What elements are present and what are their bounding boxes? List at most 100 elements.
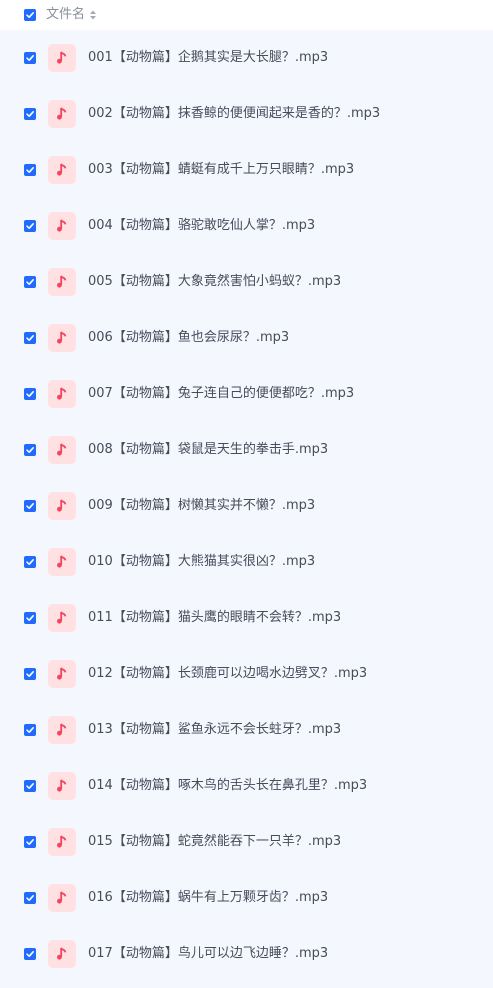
file-row[interactable]: 013【动物篇】鲨鱼永远不会长蛀牙？.mp3 xyxy=(0,702,493,758)
file-name: 001【动物篇】企鹅其实是大长腿？.mp3 xyxy=(88,50,329,65)
music-file-icon xyxy=(48,548,76,576)
check-icon xyxy=(26,727,34,733)
file-checkbox[interactable] xyxy=(24,332,36,344)
file-name: 015【动物篇】蛇竟然能吞下一只羊？.mp3 xyxy=(88,834,342,849)
music-note-icon xyxy=(57,667,67,680)
music-file-icon xyxy=(48,324,76,352)
file-row[interactable]: 012【动物篇】长颈鹿可以边喝水边劈叉？.mp3 xyxy=(0,646,493,702)
music-note-icon xyxy=(57,611,67,624)
music-file-icon xyxy=(48,884,76,912)
file-row[interactable]: 002【动物篇】抹香鲸的便便闻起来是香的？.mp3 xyxy=(0,86,493,142)
file-row[interactable]: 005【动物篇】大象竟然害怕小蚂蚁？.mp3 xyxy=(0,254,493,310)
file-checkbox[interactable] xyxy=(24,164,36,176)
filename-column-header[interactable]: 文件名 xyxy=(46,6,97,24)
check-icon xyxy=(26,12,34,18)
check-icon xyxy=(26,951,34,957)
music-note-icon xyxy=(57,163,67,176)
file-name: 017【动物篇】鸟儿可以边飞边睡？.mp3 xyxy=(88,946,329,961)
music-file-icon xyxy=(48,828,76,856)
check-icon xyxy=(26,895,34,901)
file-checkbox[interactable] xyxy=(24,836,36,848)
music-file-icon xyxy=(48,436,76,464)
file-checkbox[interactable] xyxy=(24,276,36,288)
music-note-icon xyxy=(57,723,67,736)
music-file-icon xyxy=(48,492,76,520)
check-icon xyxy=(26,223,34,229)
check-icon xyxy=(26,615,34,621)
file-checkbox[interactable] xyxy=(24,556,36,568)
music-note-icon xyxy=(57,779,67,792)
file-checkbox[interactable] xyxy=(24,892,36,904)
file-row[interactable]: 017【动物篇】鸟儿可以边飞边睡？.mp3 xyxy=(0,926,493,982)
file-checkbox[interactable] xyxy=(24,220,36,232)
music-note-icon xyxy=(57,947,67,960)
file-row[interactable]: 014【动物篇】啄木鸟的舌头长在鼻孔里？.mp3 xyxy=(0,758,493,814)
file-name: 013【动物篇】鲨鱼永远不会长蛀牙？.mp3 xyxy=(88,722,342,737)
file-row[interactable]: 015【动物篇】蛇竟然能吞下一只羊？.mp3 xyxy=(0,814,493,870)
music-file-icon xyxy=(48,44,76,72)
file-name: 012【动物篇】长颈鹿可以边喝水边劈叉？.mp3 xyxy=(88,666,368,681)
file-name: 006【动物篇】鱼也会尿尿？.mp3 xyxy=(88,330,290,345)
file-checkbox[interactable] xyxy=(24,612,36,624)
file-checkbox[interactable] xyxy=(24,500,36,512)
file-checkbox[interactable] xyxy=(24,52,36,64)
music-note-icon xyxy=(57,891,67,904)
check-icon xyxy=(26,839,34,845)
music-note-icon xyxy=(57,107,67,120)
check-icon xyxy=(26,503,34,509)
file-checkbox[interactable] xyxy=(24,444,36,456)
check-icon xyxy=(26,279,34,285)
file-row[interactable]: 010【动物篇】大熊猫其实很凶？.mp3 xyxy=(0,534,493,590)
check-icon xyxy=(26,391,34,397)
check-icon xyxy=(26,111,34,117)
file-row[interactable]: 006【动物篇】鱼也会尿尿？.mp3 xyxy=(0,310,493,366)
file-row[interactable]: 008【动物篇】袋鼠是天生的拳击手.mp3 xyxy=(0,422,493,478)
music-note-icon xyxy=(57,331,67,344)
check-icon xyxy=(26,783,34,789)
file-name: 007【动物篇】兔子连自己的便便都吃？.mp3 xyxy=(88,386,355,401)
check-icon xyxy=(26,335,34,341)
sort-icon[interactable] xyxy=(89,9,97,21)
music-note-icon xyxy=(57,51,67,64)
file-list: 001【动物篇】企鹅其实是大长腿？.mp3 002【动物篇】抹香鲸的便便闻起来是香… xyxy=(0,30,493,988)
file-name: 004【动物篇】骆驼敢吃仙人掌？.mp3 xyxy=(88,218,316,233)
file-name: 014【动物篇】啄木鸟的舌头长在鼻孔里？.mp3 xyxy=(88,778,368,793)
music-file-icon xyxy=(48,156,76,184)
check-icon xyxy=(26,559,34,565)
file-row[interactable]: 007【动物篇】兔子连自己的便便都吃？.mp3 xyxy=(0,366,493,422)
music-file-icon xyxy=(48,268,76,296)
check-icon xyxy=(26,671,34,677)
music-file-icon xyxy=(48,716,76,744)
file-row[interactable]: 011【动物篇】猫头鹰的眼睛不会转？.mp3 xyxy=(0,590,493,646)
check-icon xyxy=(26,55,34,61)
file-row[interactable]: 009【动物篇】树懒其实并不懒？.mp3 xyxy=(0,478,493,534)
file-row[interactable]: 004【动物篇】骆驼敢吃仙人掌？.mp3 xyxy=(0,198,493,254)
music-file-icon xyxy=(48,772,76,800)
file-name: 005【动物篇】大象竟然害怕小蚂蚁？.mp3 xyxy=(88,274,342,289)
file-row[interactable]: 003【动物篇】蜻蜓有成千上万只眼睛？.mp3 xyxy=(0,142,493,198)
music-note-icon xyxy=(57,555,67,568)
music-file-icon xyxy=(48,380,76,408)
check-icon xyxy=(26,447,34,453)
music-note-icon xyxy=(57,275,67,288)
music-note-icon xyxy=(57,499,67,512)
file-name: 009【动物篇】树懒其实并不懒？.mp3 xyxy=(88,498,316,513)
file-name: 008【动物篇】袋鼠是天生的拳击手.mp3 xyxy=(88,442,329,457)
music-file-icon xyxy=(48,212,76,240)
file-checkbox[interactable] xyxy=(24,108,36,120)
file-name: 016【动物篇】蜗牛有上万颗牙齿？.mp3 xyxy=(88,890,329,905)
file-checkbox[interactable] xyxy=(24,780,36,792)
file-checkbox[interactable] xyxy=(24,948,36,960)
music-note-icon xyxy=(57,443,67,456)
music-file-icon xyxy=(48,660,76,688)
file-name: 002【动物篇】抹香鲸的便便闻起来是香的？.mp3 xyxy=(88,106,381,121)
file-checkbox[interactable] xyxy=(24,724,36,736)
select-all-checkbox[interactable] xyxy=(24,9,36,21)
file-checkbox[interactable] xyxy=(24,388,36,400)
file-row[interactable]: 016【动物篇】蜗牛有上万颗牙齿？.mp3 xyxy=(0,870,493,926)
file-row[interactable]: 001【动物篇】企鹅其实是大长腿？.mp3 xyxy=(0,30,493,86)
music-file-icon xyxy=(48,604,76,632)
filename-column-label: 文件名 xyxy=(46,7,86,22)
music-note-icon xyxy=(57,387,67,400)
file-checkbox[interactable] xyxy=(24,668,36,680)
